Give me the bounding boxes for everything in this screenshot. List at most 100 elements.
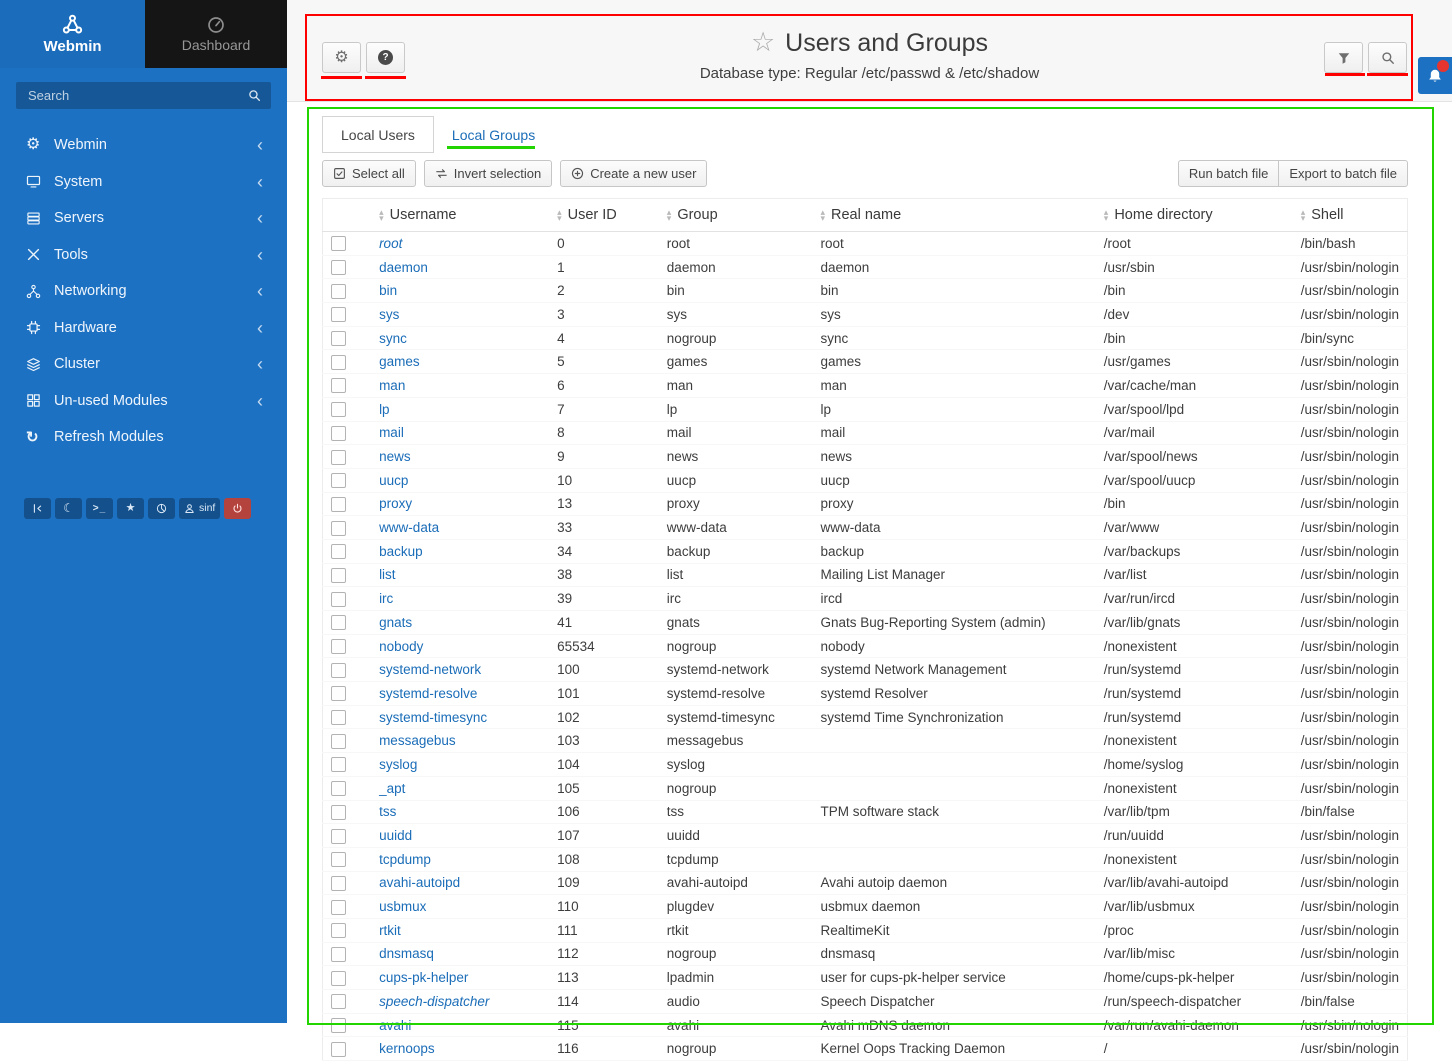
row-checkbox[interactable] xyxy=(331,521,346,536)
run-batch-file-button[interactable]: Run batch file xyxy=(1178,160,1280,187)
row-checkbox[interactable] xyxy=(331,615,346,630)
username-link[interactable]: sync xyxy=(379,331,407,346)
user-button[interactable]: sinf xyxy=(179,498,220,519)
row-checkbox[interactable] xyxy=(331,757,346,772)
username-link[interactable]: syslog xyxy=(379,757,417,772)
sidebar-item-system[interactable]: System‹ xyxy=(0,164,287,201)
username-link[interactable]: nobody xyxy=(379,639,423,654)
row-checkbox[interactable] xyxy=(331,971,346,986)
sidebar-item-cluster[interactable]: Cluster‹ xyxy=(0,346,287,383)
sidebar-item-tools[interactable]: Tools‹ xyxy=(0,237,287,274)
username-link[interactable]: cups-pk-helper xyxy=(379,970,468,985)
row-checkbox[interactable] xyxy=(331,568,346,583)
username-link[interactable]: dnsmasq xyxy=(379,946,434,961)
username-link[interactable]: rtkit xyxy=(379,923,401,938)
row-checkbox[interactable] xyxy=(331,805,346,820)
usage-button[interactable] xyxy=(148,498,175,519)
username-link[interactable]: usbmux xyxy=(379,899,426,914)
row-checkbox[interactable] xyxy=(331,876,346,891)
search-input[interactable] xyxy=(26,87,248,104)
column-header-real-name[interactable]: ▴▾Real name xyxy=(812,199,1095,232)
username-link[interactable]: systemd-timesync xyxy=(379,710,487,725)
username-link[interactable]: avahi xyxy=(379,1018,411,1033)
row-checkbox[interactable] xyxy=(331,852,346,867)
row-checkbox[interactable] xyxy=(331,402,346,417)
row-checkbox[interactable] xyxy=(331,497,346,512)
tab-local-groups[interactable]: Local Groups xyxy=(452,127,535,143)
column-header-shell[interactable]: ▴▾Shell xyxy=(1293,199,1408,232)
night-mode-button[interactable]: ☾ xyxy=(55,498,82,519)
username-link[interactable]: daemon xyxy=(379,260,428,275)
username-link[interactable]: backup xyxy=(379,544,423,559)
row-checkbox[interactable] xyxy=(331,378,346,393)
webmin-tab[interactable]: Webmin xyxy=(0,0,145,68)
sidebar-item-webmin[interactable]: ⚙Webmin‹ xyxy=(0,127,287,164)
select-all-button[interactable]: Select all xyxy=(322,160,416,187)
username-link[interactable]: avahi-autoipd xyxy=(379,875,460,890)
username-link[interactable]: list xyxy=(379,567,396,582)
row-checkbox[interactable] xyxy=(331,307,346,322)
username-link[interactable]: gnats xyxy=(379,615,412,630)
username-link[interactable]: irc xyxy=(379,591,393,606)
search-button[interactable] xyxy=(1368,42,1407,73)
username-link[interactable]: bin xyxy=(379,283,397,298)
username-link[interactable]: messagebus xyxy=(379,733,456,748)
row-checkbox[interactable] xyxy=(331,994,346,1009)
username-link[interactable]: tcpdump xyxy=(379,852,431,867)
username-link[interactable]: uucp xyxy=(379,473,408,488)
notification-button[interactable] xyxy=(1418,57,1452,94)
username-link[interactable]: man xyxy=(379,378,405,393)
column-header-home-directory[interactable]: ▴▾Home directory xyxy=(1096,199,1293,232)
create-a-new-user-button[interactable]: Create a new user xyxy=(560,160,707,187)
row-checkbox[interactable] xyxy=(331,663,346,678)
username-link[interactable]: _apt xyxy=(379,781,405,796)
username-link[interactable]: speech-dispatcher xyxy=(379,994,489,1009)
row-checkbox[interactable] xyxy=(331,260,346,275)
sidebar-item-servers[interactable]: Servers‹ xyxy=(0,200,287,237)
export-to-batch-file-button[interactable]: Export to batch file xyxy=(1278,160,1408,187)
collapse-sidebar-button[interactable] xyxy=(24,498,51,519)
invert-selection-button[interactable]: Invert selection xyxy=(424,160,552,187)
filter-button[interactable] xyxy=(1324,42,1363,73)
logout-button[interactable] xyxy=(224,498,251,519)
help-button[interactable]: ? xyxy=(366,42,405,73)
username-link[interactable]: news xyxy=(379,449,411,464)
row-checkbox[interactable] xyxy=(331,355,346,370)
row-checkbox[interactable] xyxy=(331,829,346,844)
row-checkbox[interactable] xyxy=(331,947,346,962)
row-checkbox[interactable] xyxy=(331,544,346,559)
star-outline-icon[interactable]: ☆ xyxy=(751,29,775,58)
tab-local-users[interactable]: Local Users xyxy=(322,116,434,153)
column-header-group[interactable]: ▴▾Group xyxy=(659,199,813,232)
row-checkbox[interactable] xyxy=(331,331,346,346)
row-checkbox[interactable] xyxy=(331,236,346,251)
username-link[interactable]: uuidd xyxy=(379,828,412,843)
column-header-username[interactable]: ▴▾Username xyxy=(371,199,549,232)
username-link[interactable]: mail xyxy=(379,425,404,440)
row-checkbox[interactable] xyxy=(331,473,346,488)
username-link[interactable]: lp xyxy=(379,402,390,417)
username-link[interactable]: www-data xyxy=(379,520,439,535)
row-checkbox[interactable] xyxy=(331,734,346,749)
username-link[interactable]: kernoops xyxy=(379,1041,435,1056)
username-link[interactable]: root xyxy=(379,236,402,251)
username-link[interactable]: proxy xyxy=(379,496,412,511)
username-link[interactable]: tss xyxy=(379,804,396,819)
row-checkbox[interactable] xyxy=(331,639,346,654)
sidebar-item-refresh-modules[interactable]: ↻Refresh Modules xyxy=(0,419,287,456)
row-checkbox[interactable] xyxy=(331,1018,346,1033)
row-checkbox[interactable] xyxy=(331,450,346,465)
module-config-button[interactable]: ⚙ xyxy=(322,42,361,73)
username-link[interactable]: systemd-resolve xyxy=(379,686,477,701)
username-link[interactable]: systemd-network xyxy=(379,662,481,677)
sidebar-item-networking[interactable]: Networking‹ xyxy=(0,273,287,310)
terminal-button[interactable]: >_ xyxy=(86,498,113,519)
row-checkbox[interactable] xyxy=(331,900,346,915)
row-checkbox[interactable] xyxy=(331,592,346,607)
row-checkbox[interactable] xyxy=(331,781,346,796)
row-checkbox[interactable] xyxy=(331,686,346,701)
sidebar-item-hardware[interactable]: Hardware‹ xyxy=(0,310,287,347)
username-link[interactable]: games xyxy=(379,354,420,369)
row-checkbox[interactable] xyxy=(331,284,346,299)
username-link[interactable]: sys xyxy=(379,307,399,322)
